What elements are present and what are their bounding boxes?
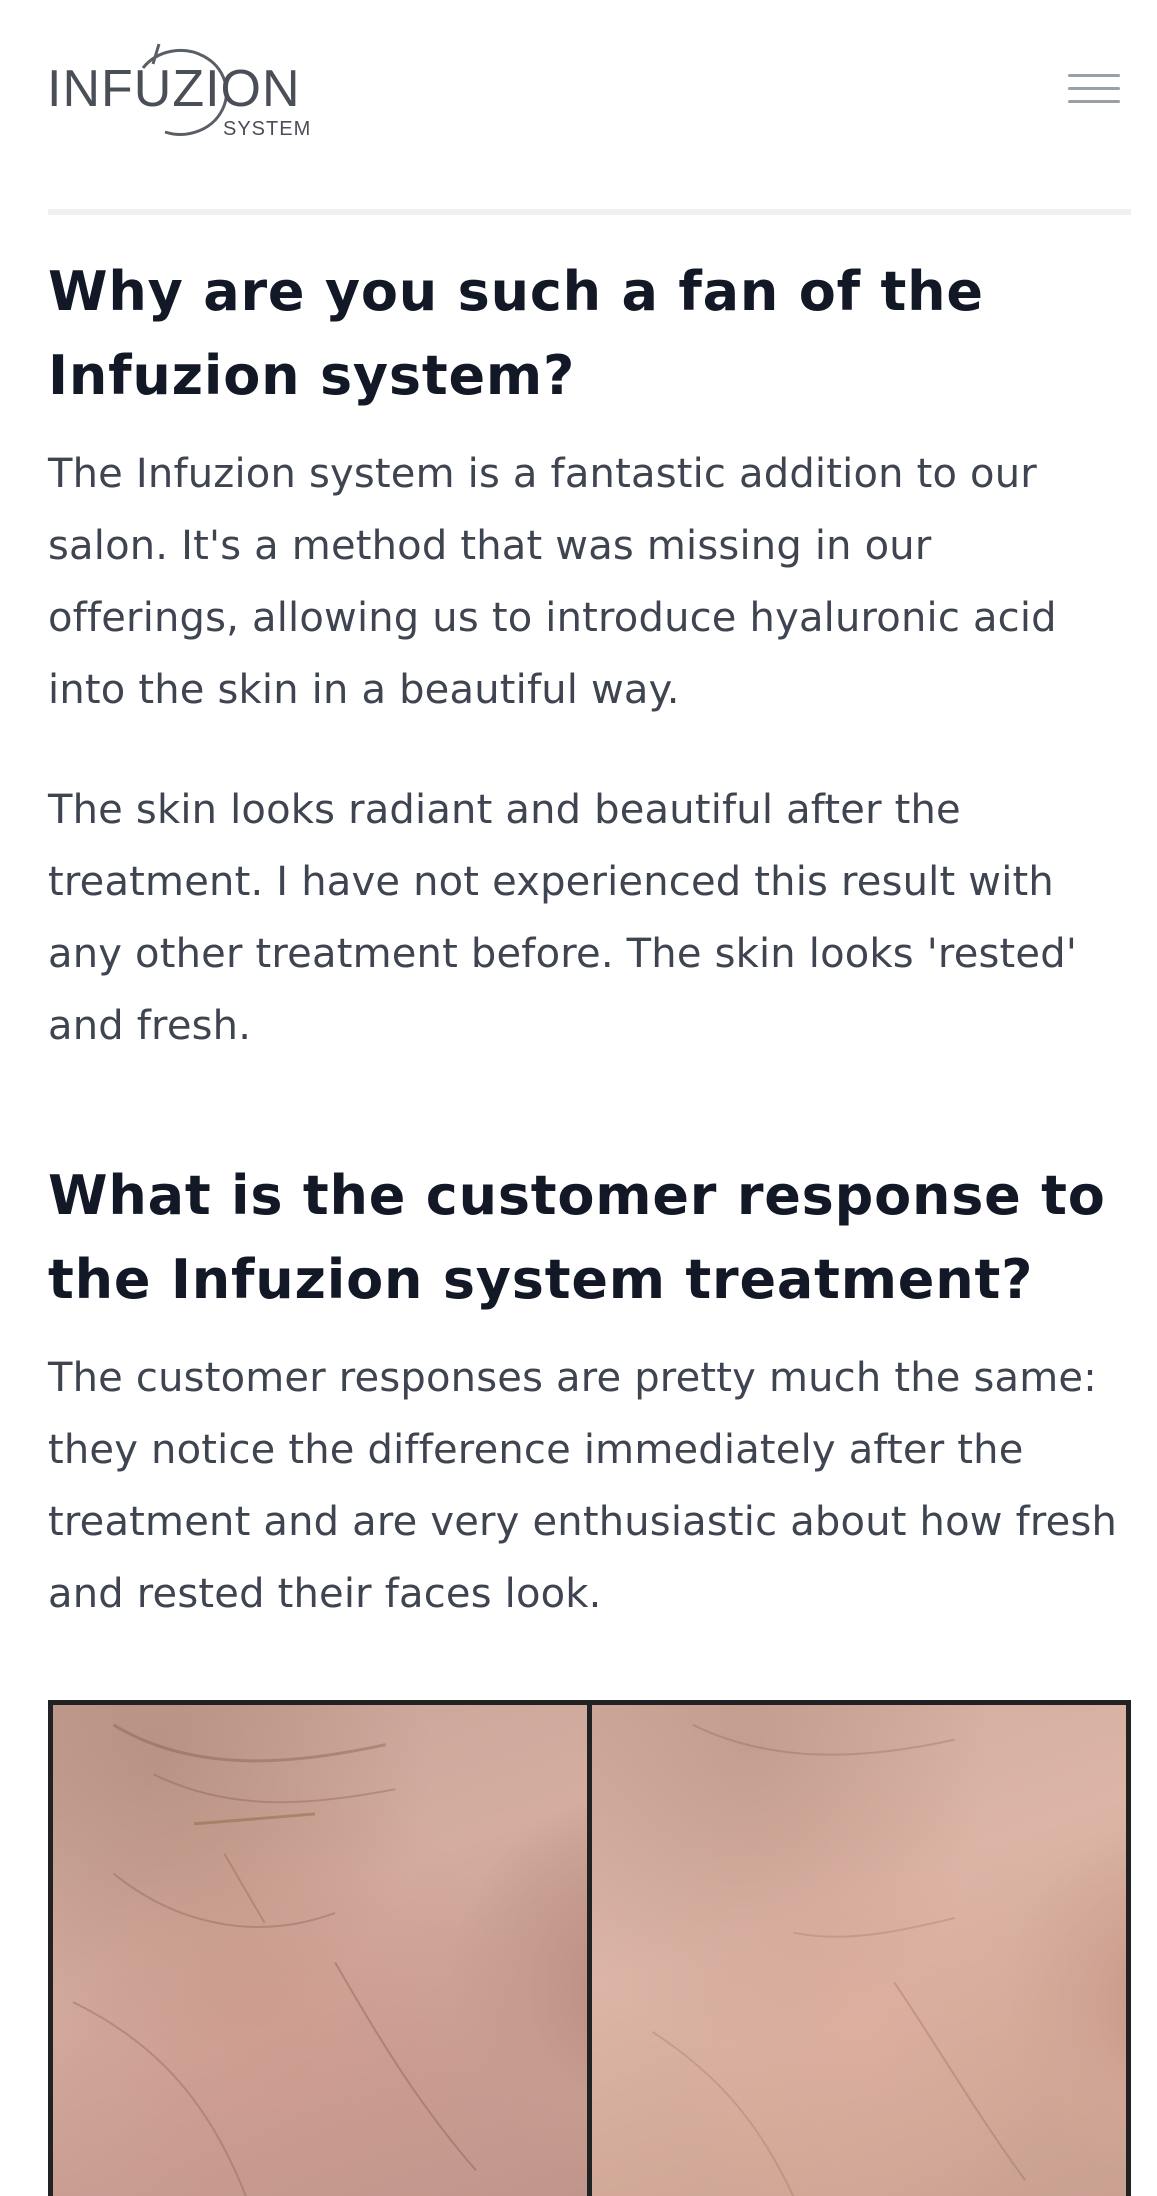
menu-line [1068, 74, 1120, 77]
svg-text:SYSTEM: SYSTEM [223, 118, 311, 140]
section-1-title: Why are you such a fan of the Infuzion s… [48, 260, 984, 407]
before-after-photo [48, 1700, 1131, 2196]
header-divider [48, 209, 1131, 215]
infuzion-logo-icon: INFUZION SYSTEM [47, 43, 311, 140]
menu-line [1068, 100, 1120, 103]
site-header: INFUZION SYSTEM [0, 0, 1157, 210]
skin-texture-after [651, 1723, 1027, 2196]
menu-line [1068, 87, 1120, 90]
before-photo-panel [53, 1705, 587, 2196]
skin-texture-before [72, 1723, 477, 2196]
after-photo-panel [592, 1705, 1126, 2196]
section-1-paragraph-1: The Infuzion system is a fantastic addit… [48, 451, 1057, 713]
svg-text:INFUZION: INFUZION [47, 60, 301, 118]
section-2-title: What is the customer response to the Inf… [48, 1164, 1106, 1311]
hamburger-menu-icon[interactable] [1064, 70, 1120, 110]
section-2-paragraph-1: The customer responses are pretty much t… [48, 1355, 1118, 1617]
site-logo[interactable]: INFUZION SYSTEM [47, 40, 319, 140]
article-content: Why are you such a fan of the Infuzion s… [48, 250, 1131, 1630]
section-1-paragraph-2: The skin looks radiant and beautiful aft… [48, 787, 1078, 1049]
